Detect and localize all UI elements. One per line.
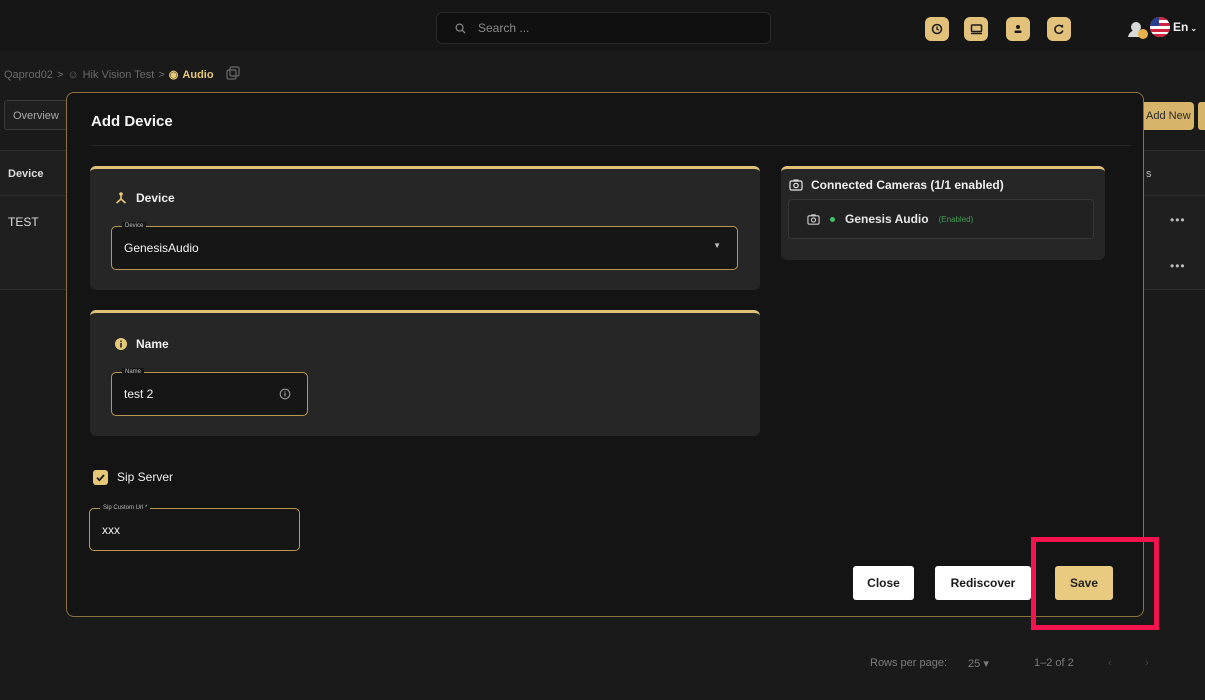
highlight-box	[1031, 537, 1159, 630]
breadcrumb: Qaprod02 > ☺ Hik Vision Test > ◉ Audio	[4, 66, 240, 83]
prev-page-icon[interactable]: ‹	[1108, 657, 1112, 669]
monitor-icon[interactable]	[964, 17, 988, 41]
copy-icon[interactable]	[225, 66, 240, 83]
checkmark-icon	[96, 474, 105, 482]
device-section-title: Device	[136, 191, 175, 205]
pagination-range: 1–2 of 2	[1034, 657, 1074, 669]
caret-down-icon: ▾	[983, 658, 989, 670]
camera-icon	[807, 213, 820, 225]
camera-icon	[789, 179, 803, 191]
column-header-device: Device	[8, 168, 44, 180]
name-input-value: test 2	[124, 387, 154, 401]
dialog-divider	[91, 145, 1131, 146]
close-button[interactable]: Close	[853, 566, 914, 600]
name-section-header: Name	[114, 337, 169, 351]
info-icon	[115, 338, 127, 350]
dialog-title: Add Device	[91, 113, 173, 130]
name-field-label: Name	[122, 368, 145, 376]
sip-url-value: xxx	[102, 523, 120, 537]
row-menu-icon[interactable]: •••	[1170, 213, 1186, 227]
info-outline-icon	[279, 388, 291, 400]
chevron-down-icon: ⌄	[1190, 24, 1198, 33]
user-icon[interactable]	[1006, 17, 1030, 41]
search-input[interactable]: Search ...	[436, 12, 771, 44]
next-page-icon[interactable]: ›	[1145, 657, 1149, 669]
tab-overview[interactable]: Overview	[4, 100, 70, 130]
rediscover-button[interactable]: Rediscover	[935, 566, 1031, 600]
sip-custom-url-input[interactable]: Sip Custom Url * xxx	[89, 504, 300, 551]
sip-server-checkbox[interactable]	[93, 470, 108, 485]
rows-per-page-select[interactable]: 25 ▾	[968, 657, 989, 670]
rows-per-page-label: Rows per page:	[870, 657, 948, 669]
connected-cameras-card: Connected Cameras (1/1 enabled) Genesis …	[781, 166, 1105, 260]
column-header-actions: s	[1146, 168, 1152, 180]
location-pin-icon: ◉	[168, 69, 179, 81]
breadcrumb-item[interactable]: Qaprod02	[4, 69, 53, 81]
row-menu-icon[interactable]: •••	[1170, 259, 1186, 273]
name-section-card: Name Name test 2	[90, 310, 760, 436]
device-field-label: Device	[122, 222, 147, 230]
name-input[interactable]: Name test 2	[111, 368, 308, 416]
camera-list-item[interactable]: Genesis Audio (Enabled)	[788, 199, 1094, 239]
top-bar: Search ... En ⌄	[0, 0, 1205, 50]
caret-down-icon: ▼	[713, 241, 721, 250]
breadcrumb-separator: >	[56, 68, 64, 81]
language-selector[interactable]: En ⌄	[1173, 20, 1197, 34]
sip-server-label: Sip Server	[117, 470, 174, 484]
us-flag-icon[interactable]	[1150, 17, 1170, 37]
table-cell-device: TEST	[8, 215, 39, 229]
breadcrumb-separator: >	[158, 68, 165, 81]
add-new-button[interactable]: Add New	[1138, 102, 1194, 130]
device-section-card: Device Device GenesisAudio ▼	[90, 166, 760, 290]
device-tree-icon	[115, 192, 127, 204]
cameras-section-header: Connected Cameras (1/1 enabled)	[789, 178, 1004, 192]
person-icon: ☺	[67, 68, 79, 81]
search-icon	[455, 23, 466, 34]
camera-status: (Enabled)	[938, 214, 974, 224]
device-section-header: Device	[114, 191, 175, 205]
refresh-icon[interactable]	[1047, 17, 1071, 41]
cameras-section-title: Connected Cameras (1/1 enabled)	[811, 178, 1004, 192]
status-dot	[830, 216, 835, 222]
sip-url-field-label: Sip Custom Url *	[100, 504, 151, 512]
clock-icon[interactable]	[925, 17, 949, 41]
toolbar-button-edge[interactable]	[1198, 102, 1205, 130]
camera-name: Genesis Audio	[845, 212, 929, 226]
account-avatar-icon[interactable]	[1125, 16, 1151, 42]
breadcrumb-item[interactable]: Hik Vision Test	[83, 69, 155, 81]
breadcrumb-current: Audio	[182, 68, 214, 81]
device-select-value: GenesisAudio	[124, 241, 199, 255]
name-section-title: Name	[136, 337, 169, 351]
search-placeholder: Search ...	[478, 21, 530, 35]
device-select[interactable]: Device GenesisAudio ▼	[111, 222, 738, 270]
